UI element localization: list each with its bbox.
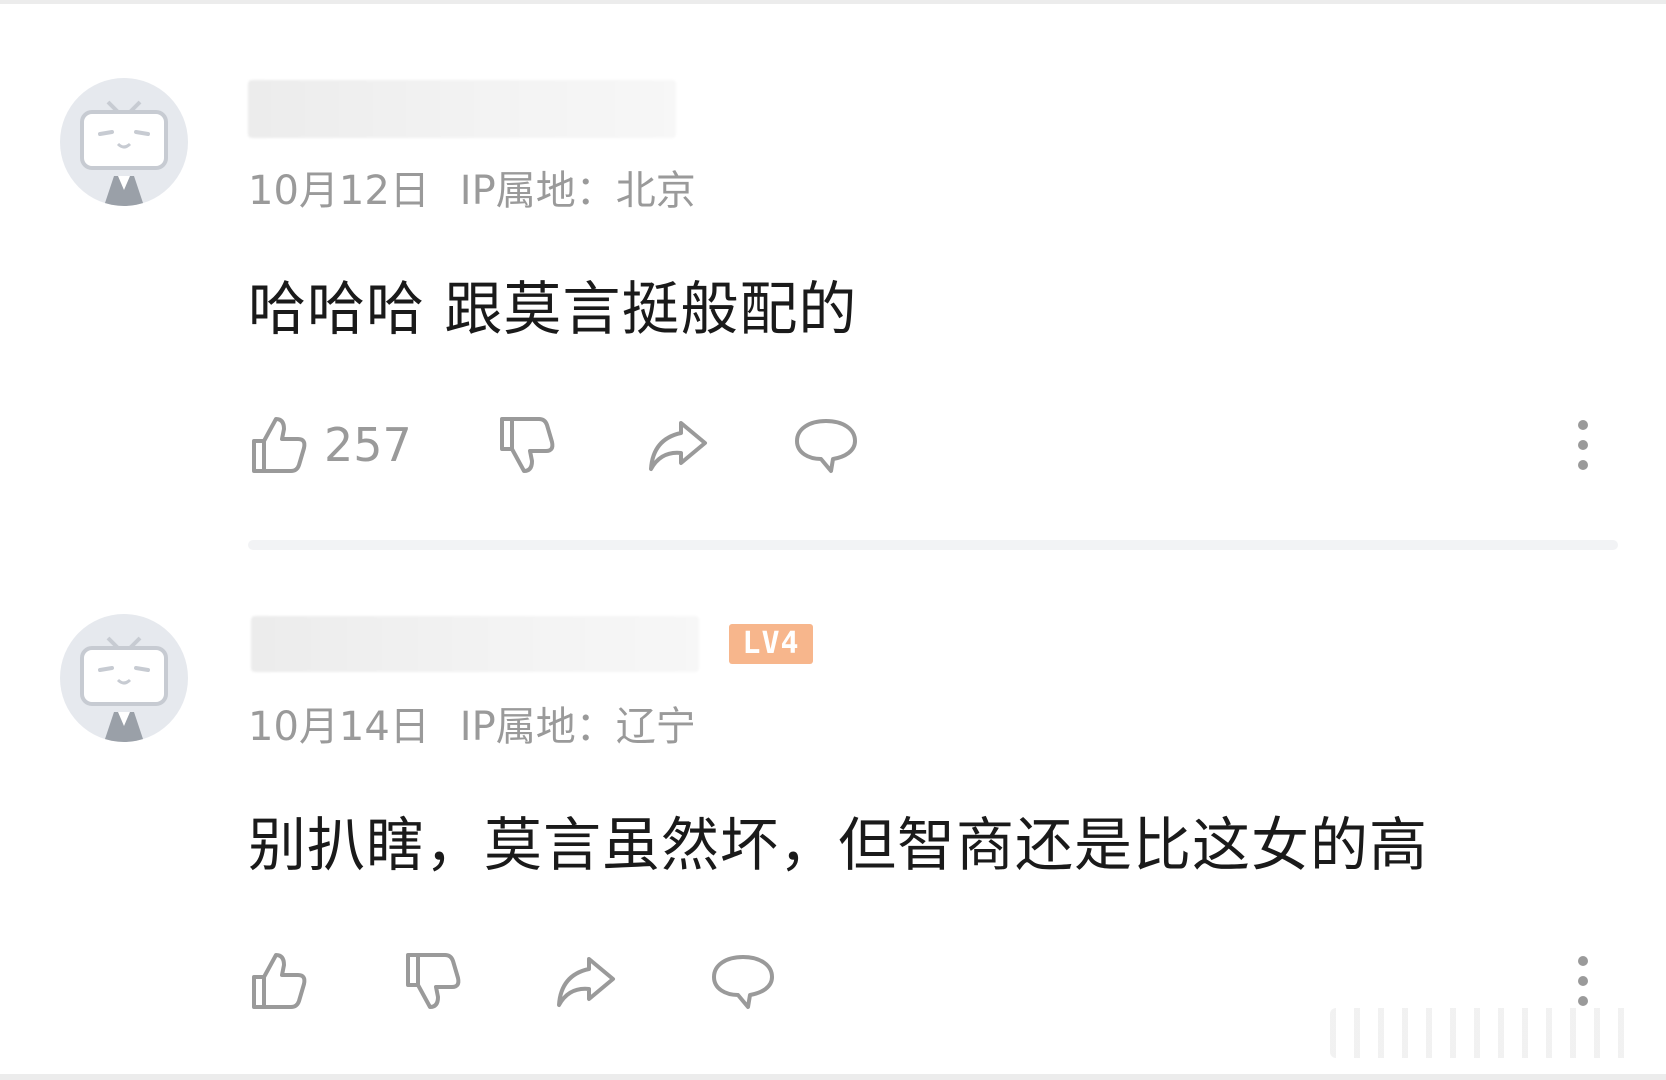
like-button[interactable] bbox=[248, 941, 312, 1021]
reply-button[interactable] bbox=[710, 941, 776, 1021]
comment-meta: 10月14日 IP属地：辽宁 bbox=[248, 694, 696, 752]
ip-location: IP属地：辽宁 bbox=[459, 704, 696, 750]
share-icon bbox=[557, 957, 615, 1007]
share-button[interactable] bbox=[645, 405, 709, 485]
like-button[interactable]: 257 bbox=[248, 405, 412, 485]
like-count: 257 bbox=[324, 418, 412, 472]
reply-button[interactable] bbox=[793, 405, 859, 485]
tv-mascot-icon bbox=[80, 100, 168, 206]
top-border bbox=[0, 0, 1666, 4]
dislike-button[interactable] bbox=[496, 405, 560, 485]
comment-date: 10月12日 bbox=[248, 168, 430, 214]
watermark bbox=[1330, 1008, 1630, 1058]
tv-mascot-icon bbox=[80, 636, 168, 742]
avatar[interactable] bbox=[60, 614, 188, 742]
comment-divider bbox=[248, 540, 1618, 550]
more-button[interactable] bbox=[1568, 405, 1598, 485]
share-button[interactable] bbox=[553, 941, 617, 1021]
reply-icon bbox=[712, 955, 774, 1009]
comment-meta: 10月12日 IP属地：北京 bbox=[248, 158, 696, 216]
share-icon bbox=[649, 421, 707, 471]
bottom-border bbox=[0, 1074, 1666, 1080]
ip-location: IP属地：北京 bbox=[459, 168, 696, 214]
thumbs-down-icon bbox=[500, 417, 555, 473]
thumbs-down-icon bbox=[406, 953, 461, 1009]
comment-text: 别扒瞎，莫言虽然坏，但智商还是比这女的高 bbox=[248, 811, 1429, 879]
thumbs-up-icon bbox=[252, 417, 307, 473]
level-badge: LV4 bbox=[729, 624, 813, 664]
thumbs-up-icon bbox=[252, 953, 307, 1009]
username-redacted[interactable] bbox=[248, 80, 676, 138]
avatar[interactable] bbox=[60, 78, 188, 206]
reply-icon bbox=[795, 419, 857, 473]
comment-date: 10月14日 bbox=[248, 704, 430, 750]
comment-text: 哈哈哈 跟莫言挺般配的 bbox=[248, 275, 858, 343]
username-redacted[interactable] bbox=[251, 616, 699, 672]
more-icon bbox=[1578, 420, 1588, 470]
comment-actions: 257 bbox=[0, 405, 1666, 485]
dislike-button[interactable] bbox=[402, 941, 466, 1021]
